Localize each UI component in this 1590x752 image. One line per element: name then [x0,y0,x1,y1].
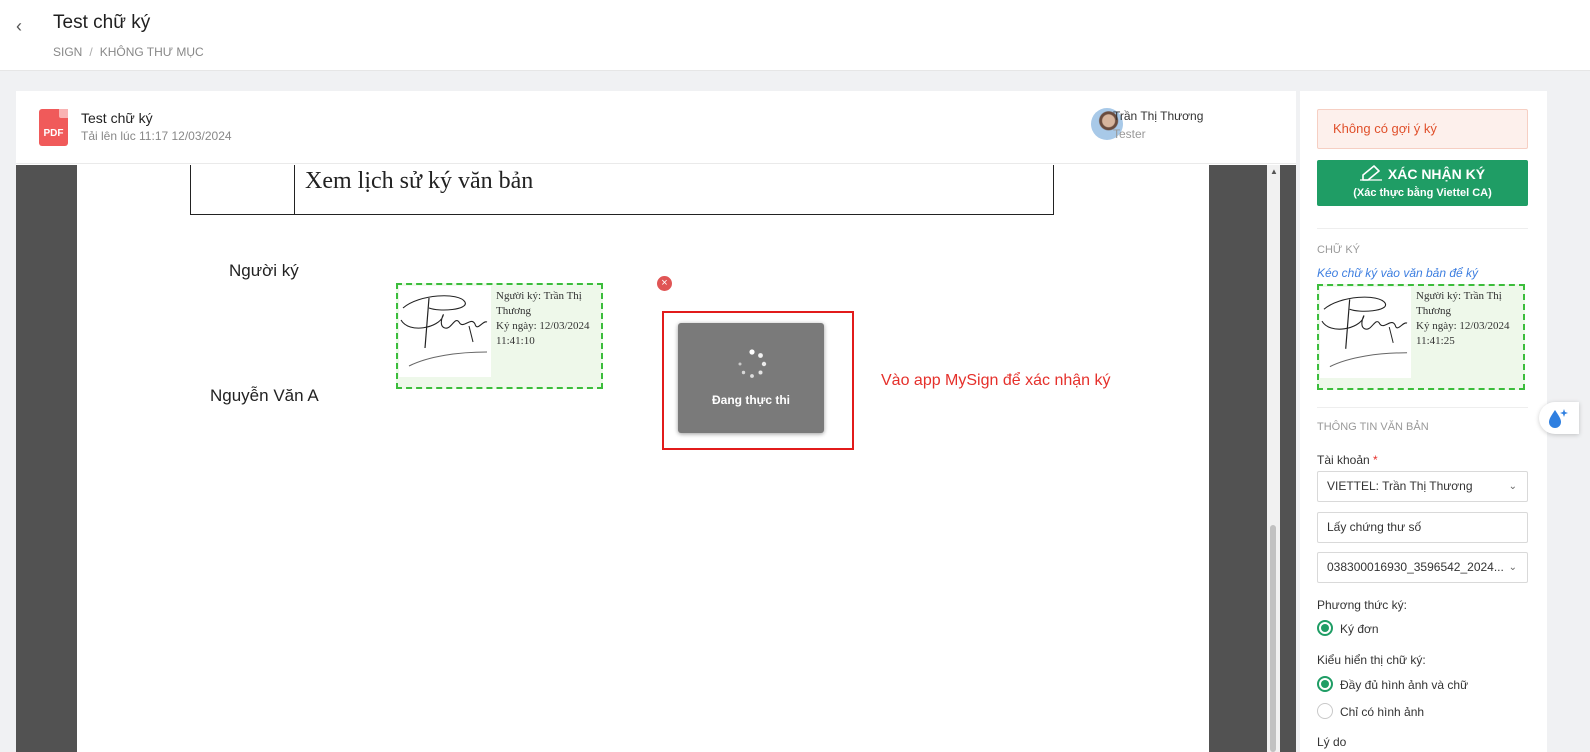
loading-modal: Đang thực thi [678,323,824,433]
table-divider [294,165,295,214]
confirm-sign-subtitle: (Xác thực bằng Viettel CA) [1353,187,1492,199]
display-type-label: Kiểu hiển thị chữ ký: [1317,653,1426,667]
radio-label: Ký đơn [1340,622,1379,636]
signature-line: 11:41:25 [1416,335,1455,347]
divider [1317,228,1528,229]
radio-single-sign[interactable]: Ký đơn [1317,620,1379,638]
account-label-text: Tài khoản [1317,453,1370,467]
confirm-sign-text: XÁC NHẬN KÝ [1387,166,1486,182]
breadcrumb-item-sign[interactable]: SIGN [53,45,82,59]
radio-checked-icon [1317,676,1333,692]
droplet-sparkle-icon [1549,409,1568,428]
signature-line: Thương [1416,305,1451,317]
signer-label: Người ký [229,261,299,280]
document-table: Xem lịch sử ký văn bản [190,165,1054,215]
placed-signature[interactable]: Người ký: Trần Thị Thương Ký ngày: 12/03… [396,283,603,389]
viewer-scrollbar[interactable]: ▲ [1267,165,1280,752]
signature-line: Ký ngày: 12/03/2024 [1416,320,1510,332]
signer-name: Nguyễn Văn A [210,386,319,405]
get-certificate-button[interactable]: Lấy chứng thư số [1317,512,1528,543]
scroll-thumb[interactable] [1270,525,1276,752]
upload-time: Tải lên lúc 11:17 12/03/2024 [81,129,232,143]
required-marker: * [1373,453,1378,467]
radio-label: Chỉ có hình ảnh [1340,705,1425,719]
radio-checked-icon [1317,620,1333,636]
signature-image [399,286,491,377]
no-suggestion-alert: Không có gợi ý ký [1317,109,1528,149]
top-header: ‹ Test chữ ký SIGN / KHÔNG THƯ MỤC [0,0,1590,71]
user-name: Trần Thị Thương [1113,109,1204,123]
drag-hint: Kéo chữ ký vào văn bản để ký [1317,266,1479,280]
document-card: PDF Test chữ ký Tải lên lúc 11:17 12/03/… [16,91,1296,752]
radio-unchecked-icon [1317,703,1333,719]
pdf-page[interactable]: Xem lịch sử ký văn bản Người ký Nguyễn V… [77,165,1209,752]
signature-line: 11:41:10 [496,335,535,347]
spinner-icon [738,349,767,378]
radio-label: Đầy đủ hình ảnh và chữ [1340,678,1469,692]
user-role: Tester [1113,127,1146,141]
mysign-hint: Vào app MySign để xác nhận ký [881,372,1111,389]
document-info-section-title: THÔNG TIN VĂN BẢN [1317,421,1429,433]
signature-line: Người ký: Trần Thị [496,290,582,302]
close-icon[interactable]: × [657,276,672,291]
account-value: VIETTEL: Trần Thị Thương [1327,479,1473,493]
signature-info: Người ký: Trần Thị Thương Ký ngày: 12/03… [1416,289,1522,349]
floating-assistant-button[interactable] [1539,402,1579,434]
breadcrumb-item-folder[interactable]: KHÔNG THƯ MỤC [100,45,204,59]
account-label: Tài khoản * [1317,453,1378,467]
chevron-down-icon: ⌄ [1508,562,1517,573]
chevron-down-icon: ⌄ [1508,481,1517,492]
table-cell-text: Xem lịch sử ký văn bản [305,168,534,194]
signature-line: Thương [496,305,531,317]
pdf-file-icon: PDF [39,109,68,146]
certificate-select[interactable]: 038300016930_3596542_2024... ⌄ [1317,552,1528,583]
account-select[interactable]: VIETTEL: Trần Thị Thương ⌄ [1317,471,1528,502]
document-name: Test chữ ký [81,110,153,126]
signature-image [1320,287,1411,378]
pen-icon [1359,165,1382,181]
breadcrumb-separator: / [89,45,93,59]
confirm-sign-button[interactable]: XÁC NHẬN KÝ (Xác thực bằng Viettel CA) [1317,160,1528,206]
radio-full-display[interactable]: Đầy đủ hình ảnh và chữ [1317,676,1468,694]
reason-label: Lý do [1317,735,1347,749]
pdf-viewer[interactable]: Xem lịch sử ký văn bản Người ký Nguyễn V… [16,165,1296,752]
signature-preview[interactable]: Người ký: Trần Thị Thương Ký ngày: 12/03… [1317,284,1525,390]
chevron-left-icon[interactable]: ‹ [16,14,32,38]
loading-text: Đang thực thi [711,393,791,407]
sign-method-label: Phương thức ký: [1317,598,1407,612]
scroll-up-icon[interactable]: ▲ [1270,167,1278,176]
signature-line: Ký ngày: 12/03/2024 [496,320,590,332]
signature-section-title: CHỮ KÝ [1317,244,1361,256]
confirm-sign-label: XÁC NHẬN KÝ [1317,165,1528,182]
page-title: Test chữ ký [53,12,151,33]
divider [1317,407,1528,408]
certificate-value: 038300016930_3596542_2024... [1327,560,1504,574]
radio-image-only[interactable]: Chỉ có hình ảnh [1317,703,1424,721]
sign-panel: Không có gợi ý ký XÁC NHẬN KÝ (Xác thực … [1300,91,1547,752]
signature-line: Người ký: Trần Thị [1416,290,1502,302]
breadcrumb: SIGN / KHÔNG THƯ MỤC [53,45,204,59]
document-header: PDF Test chữ ký Tải lên lúc 11:17 12/03/… [16,91,1296,164]
signature-info: Người ký: Trần Thị Thương Ký ngày: 12/03… [496,289,602,349]
